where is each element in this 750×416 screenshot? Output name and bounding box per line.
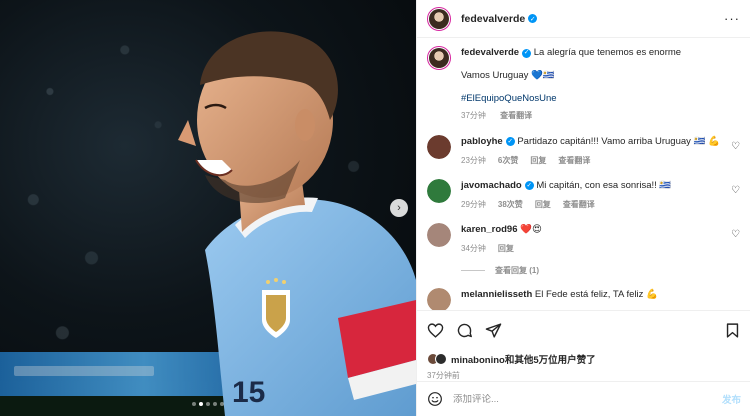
- comment-username[interactable]: karen_rod96: [461, 224, 518, 235]
- caption-username[interactable]: fedevalverde: [461, 47, 519, 58]
- bookmark-save-icon[interactable]: [724, 322, 741, 339]
- caption-time: 37分钟: [461, 111, 486, 120]
- reply-link[interactable]: 回复: [530, 156, 546, 165]
- comment-username[interactable]: melannielisseth: [461, 289, 532, 300]
- post-side-panel: fedevalverde ✓ ··· fedevalverde ✓ La aleg…: [416, 0, 750, 416]
- player-figure: 15: [0, 0, 416, 416]
- carousel-dot: [220, 402, 224, 406]
- comment-text: El Fede está feliz, TA feliz 💪: [534, 289, 658, 300]
- more-options-icon[interactable]: ···: [724, 11, 740, 26]
- carousel-dot: [213, 402, 217, 406]
- caption-text-line2: Vamos Uruguay 💙🇺🇾: [461, 70, 555, 81]
- comments-list: pabloyhe ✓ Partidazo capitán!!! Vamo arri…: [427, 135, 740, 310]
- carousel-dot: [192, 402, 196, 406]
- post-actions: minabonino和其他5万位用户赞了 37分钟前: [417, 310, 750, 381]
- view-replies-text: 查看回复 (1): [495, 266, 539, 275]
- carousel-dot: [199, 402, 203, 406]
- comment-bubble-icon[interactable]: [456, 322, 473, 339]
- liker-avatar: [435, 353, 447, 365]
- likes-summary: minabonino和其他5万位用户赞了: [427, 352, 741, 366]
- carousel-dots: [0, 402, 416, 406]
- replies-divider: [461, 270, 485, 271]
- post-time: 37分钟前: [427, 371, 460, 380]
- comment-like-heart-icon[interactable]: ♡: [731, 229, 740, 240]
- avatar[interactable]: [427, 46, 451, 70]
- add-comment-bar: 发布: [417, 381, 750, 416]
- comment-item: pabloyhe ✓ Partidazo capitán!!! Vamo arri…: [427, 135, 740, 167]
- emoji-smiley-icon[interactable]: [427, 391, 443, 407]
- comment-likes[interactable]: 38次赞: [498, 200, 523, 209]
- comment-username[interactable]: javomachado: [461, 180, 522, 191]
- comments-scroll-area[interactable]: fedevalverde ✓ La alegría que tenemos es …: [417, 38, 750, 310]
- comment-time: 23分钟: [461, 156, 486, 165]
- like-heart-icon[interactable]: [427, 322, 444, 339]
- hashtag-link[interactable]: #ElEquipoQueNosUne: [461, 92, 681, 106]
- avatar[interactable]: [427, 6, 451, 31]
- comment-item: javomachado ✓ Mi capitán, con esa sonrisa…: [427, 179, 740, 211]
- verified-badge-icon: ✓: [524, 181, 534, 190]
- share-send-icon[interactable]: [485, 322, 502, 339]
- view-replies-link[interactable]: 查看回复 (1): [461, 265, 740, 276]
- comment-input[interactable]: [453, 393, 722, 405]
- likes-count-text[interactable]: 和其他5万位用户赞了: [505, 355, 596, 366]
- comment-like-heart-icon[interactable]: ♡: [731, 185, 740, 196]
- liker-username[interactable]: minabonino: [451, 355, 505, 366]
- see-translation-link[interactable]: 查看翻译: [500, 111, 532, 120]
- see-translation-link[interactable]: 查看翻译: [558, 156, 590, 165]
- reply-link[interactable]: 回复: [498, 244, 514, 253]
- comment-time: 34分钟: [461, 244, 486, 253]
- avatar[interactable]: [427, 223, 451, 247]
- next-media-button[interactable]: ›: [390, 199, 408, 217]
- chevron-right-icon: ›: [397, 202, 401, 214]
- post-header: fedevalverde ✓ ···: [417, 0, 750, 38]
- comment-time: 29分钟: [461, 200, 486, 209]
- verified-badge-icon: ✓: [505, 137, 515, 146]
- comment-likes[interactable]: 6次赞: [498, 156, 518, 165]
- verified-badge-icon: ✓: [528, 14, 538, 23]
- avatar[interactable]: [427, 135, 451, 159]
- comment-like-heart-icon[interactable]: ♡: [731, 141, 740, 152]
- post-comment-button[interactable]: 发布: [722, 392, 741, 406]
- comment-username[interactable]: pabloyhe: [461, 136, 503, 147]
- post-media[interactable]: 15 ›: [0, 0, 416, 416]
- caption-text-line1: La alegría que tenemos es enorme: [533, 47, 682, 58]
- carousel-dot: [206, 402, 210, 406]
- comment-item: melannielisseth El Fede está feliz, TA f…: [427, 288, 740, 310]
- post-username[interactable]: fedevalverde: [461, 13, 525, 25]
- reply-link[interactable]: 回复: [535, 200, 551, 209]
- verified-badge-icon: ✓: [522, 48, 532, 58]
- comment-text: Partidazo capitán!!! Vamo arriba Uruguay…: [517, 136, 720, 147]
- avatar[interactable]: [427, 179, 451, 203]
- see-translation-link[interactable]: 查看翻译: [563, 200, 595, 209]
- comment-item: karen_rod96 ❤️😍 34分钟 回复 ♡: [427, 223, 740, 255]
- comment-text: Mi capitán, con esa sonrisa!! 🇺🇾: [536, 180, 672, 191]
- comment-text: ❤️😍: [520, 224, 542, 235]
- post-caption: fedevalverde ✓ La alegría que tenemos es …: [427, 46, 740, 123]
- avatar[interactable]: [427, 288, 451, 310]
